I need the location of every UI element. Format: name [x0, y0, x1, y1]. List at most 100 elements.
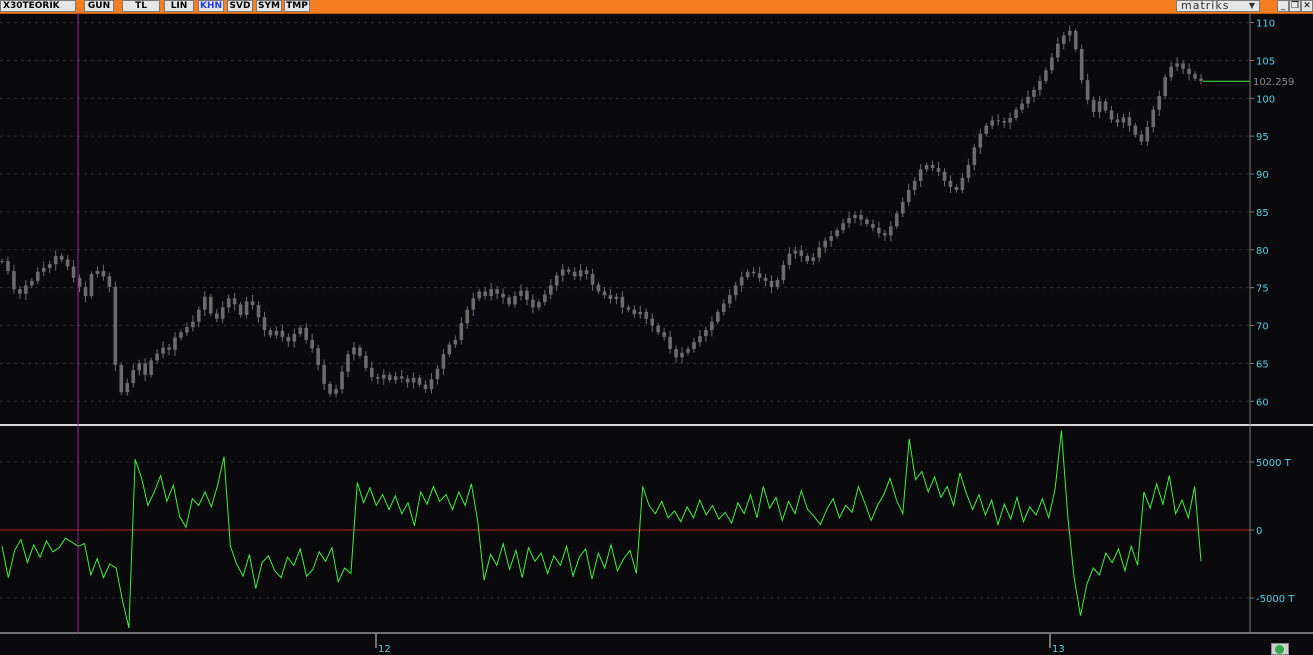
- candle-body: [590, 274, 595, 285]
- date-label: 12: [378, 644, 391, 655]
- candle-body: [441, 354, 446, 369]
- candle-body: [352, 347, 356, 355]
- candle-body: [191, 321, 195, 328]
- candle-body: [250, 301, 255, 306]
- candle-body: [620, 296, 625, 308]
- candle-body: [775, 280, 780, 287]
- candle-body: [1073, 30, 1078, 50]
- candle-body: [1032, 89, 1036, 97]
- indicator-panel: 5000 T 0 -5000 T: [0, 430, 1295, 629]
- candle-body: [853, 214, 857, 218]
- candle-body: [960, 177, 965, 190]
- candle-body: [370, 367, 374, 378]
- candle-body: [686, 349, 690, 353]
- candle-body: [24, 285, 28, 294]
- candle-body: [95, 271, 100, 275]
- candle-body: [238, 304, 243, 315]
- candle-body: [453, 339, 458, 345]
- candle-body: [900, 202, 905, 214]
- candle-body: [835, 230, 839, 237]
- candle-body: [435, 368, 440, 380]
- candle-body: [877, 227, 881, 234]
- candle-body: [554, 275, 559, 286]
- close-icon[interactable]: ✕: [1301, 0, 1313, 12]
- candle-body: [787, 253, 792, 265]
- candle-body: [1175, 63, 1179, 67]
- candle-body: [1151, 109, 1156, 128]
- candle-body: [1014, 109, 1018, 119]
- symbol-field[interactable]: X30TEORIK: [0, 0, 76, 12]
- candle-body: [930, 164, 935, 168]
- candle-body: [793, 250, 798, 254]
- candle-body: [268, 330, 273, 336]
- candle-body: [1079, 49, 1084, 81]
- candle-body: [531, 299, 535, 308]
- candle-body: [364, 355, 368, 368]
- candle-body: [912, 180, 917, 190]
- candle-body: [1139, 134, 1144, 142]
- candle-body: [1187, 68, 1191, 75]
- candle-body: [131, 370, 136, 384]
- candle-body: [387, 374, 392, 381]
- candle-body: [1038, 80, 1042, 90]
- tmp-button[interactable]: TMP: [284, 0, 310, 12]
- candle-body: [65, 259, 70, 267]
- candle-body: [644, 311, 649, 319]
- candle-body: [161, 347, 165, 354]
- candle-body: [662, 332, 666, 337]
- candle-body: [1181, 63, 1185, 69]
- candle-body: [918, 169, 923, 181]
- restore-icon[interactable]: ❐: [1289, 0, 1301, 12]
- svd-button[interactable]: SVD: [227, 0, 253, 12]
- candle-body: [578, 270, 583, 277]
- candle-body: [18, 289, 22, 294]
- candle-body: [101, 271, 106, 277]
- candle-body: [417, 377, 422, 385]
- candle-body: [459, 323, 464, 340]
- candle-body: [1056, 43, 1060, 58]
- candle-body: [668, 336, 672, 350]
- candle-body: [1085, 80, 1090, 100]
- candle-body: [614, 296, 619, 300]
- candle-body: [1199, 78, 1203, 81]
- candle-body: [137, 363, 141, 371]
- minimize-icon[interactable]: _: [1277, 0, 1289, 12]
- candle-body: [429, 379, 434, 390]
- candle-body: [12, 271, 16, 290]
- sym-button[interactable]: SYM: [256, 0, 282, 12]
- candle-body: [310, 339, 314, 349]
- candle-body: [602, 291, 607, 296]
- candle-body: [399, 376, 404, 379]
- candle-body: [423, 384, 428, 390]
- candle-body: [173, 337, 177, 350]
- candle-body: [83, 286, 88, 296]
- candle-body: [656, 325, 660, 333]
- candle-body: [1067, 30, 1072, 36]
- candle-body: [1163, 77, 1168, 97]
- candle-body: [30, 280, 34, 286]
- brand-dropdown[interactable]: matriks ▼: [1176, 0, 1260, 12]
- lin-button[interactable]: LIN: [164, 0, 194, 12]
- candle-body: [53, 255, 58, 265]
- candle-body: [280, 330, 285, 337]
- candle-body: [244, 301, 249, 315]
- candle-body: [548, 285, 553, 295]
- candle-body: [220, 307, 225, 319]
- candle-body: [871, 224, 875, 228]
- candle-body: [89, 274, 94, 296]
- candle-body: [489, 289, 493, 296]
- candle-body: [704, 330, 708, 337]
- gun-button[interactable]: GUN: [84, 0, 114, 12]
- tl-button[interactable]: TL: [122, 0, 160, 12]
- chart-area[interactable]: 60 65 70 75 80 85 90 95 100 105 110 102.259 5000 T 0…: [0, 13, 1313, 655]
- khn-button[interactable]: KHN: [198, 0, 224, 12]
- candle-body: [298, 327, 303, 334]
- candle-body: [358, 347, 362, 356]
- candle-body: [226, 298, 231, 308]
- candle-body: [769, 280, 774, 287]
- candle-body: [1062, 35, 1066, 44]
- candle-body: [125, 383, 130, 393]
- candle-body: [674, 349, 678, 358]
- refresh-button[interactable]: [1271, 643, 1289, 655]
- candle-body: [59, 255, 64, 260]
